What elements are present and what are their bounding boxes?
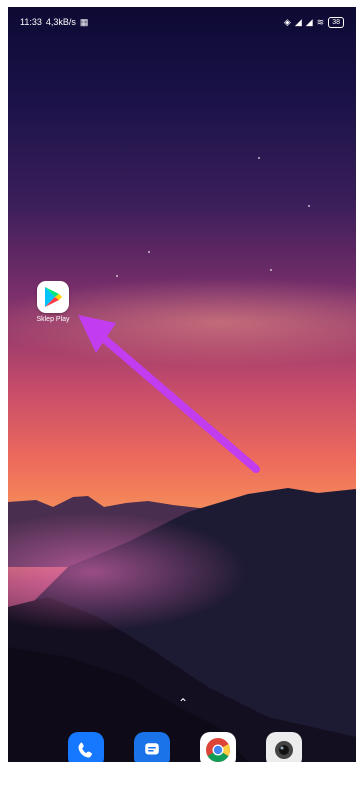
camera-icon[interactable] — [266, 732, 302, 762]
chevron-up-icon[interactable]: ⌃ — [178, 697, 188, 709]
chrome-icon[interactable] — [200, 732, 236, 762]
messages-icon[interactable] — [134, 732, 170, 762]
home-screen: 11:33 4,3kB/s ▦ ◈ ◢ ◢ ≋ 38 Sklep Play ⌃ — [8, 7, 356, 762]
annotation-arrow — [78, 315, 260, 473]
dock — [8, 732, 356, 762]
phone-icon[interactable] — [68, 732, 104, 762]
